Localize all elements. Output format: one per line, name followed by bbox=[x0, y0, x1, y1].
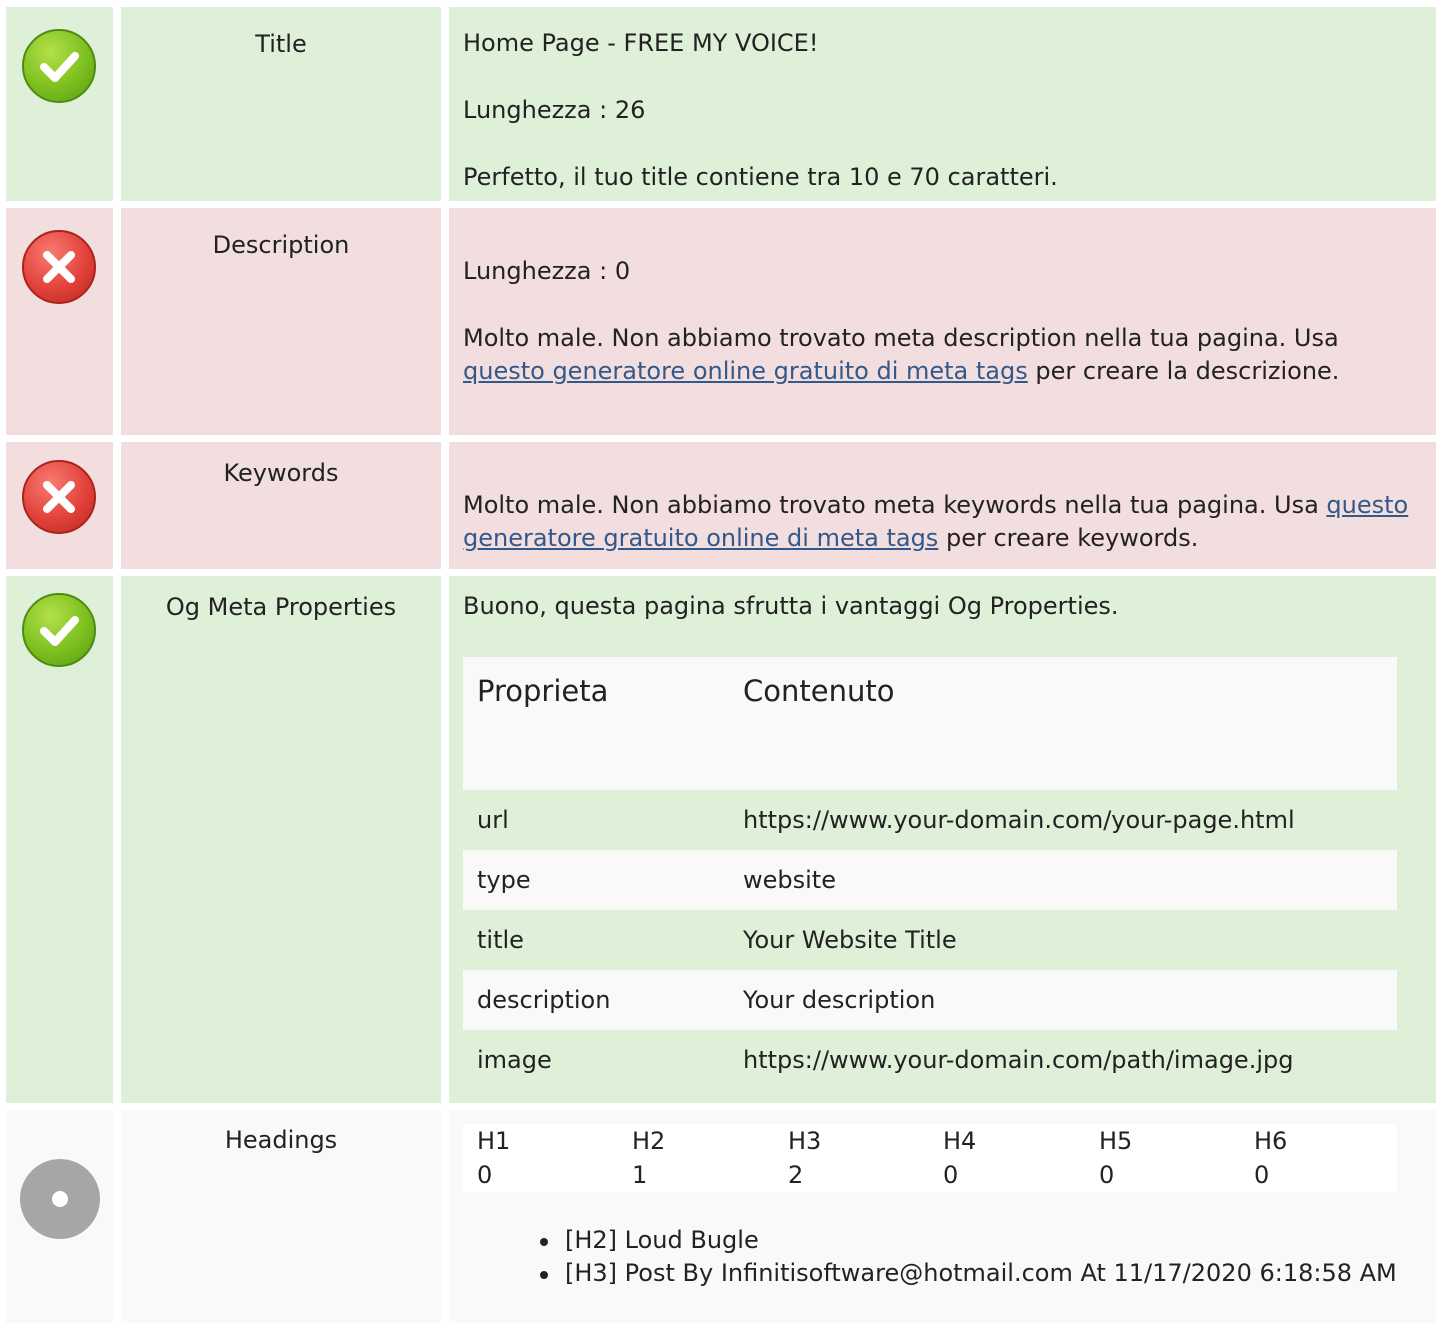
keywords-message: Molto male. Non abbiamo trovato meta key… bbox=[463, 489, 1422, 555]
table-cell: type bbox=[477, 866, 531, 894]
table-row: title Your Website Title bbox=[463, 910, 1397, 970]
heading-count-cell: H2 1 bbox=[632, 1124, 782, 1192]
row-label: Title bbox=[255, 30, 307, 58]
table-cell: website bbox=[743, 866, 836, 894]
row-label-cell: Description bbox=[121, 208, 441, 435]
heading-tag: H3 bbox=[788, 1127, 822, 1155]
table-row: type website bbox=[463, 850, 1397, 910]
row-label-cell: Keywords bbox=[121, 442, 441, 569]
status-cell bbox=[6, 1110, 113, 1323]
heading-count-cell: H6 0 bbox=[1254, 1124, 1404, 1192]
dot-circle-icon bbox=[20, 1159, 100, 1239]
table-header-row: Proprieta Contenuto bbox=[463, 657, 1397, 790]
message-text: Molto male. Non abbiamo trovato meta des… bbox=[463, 324, 1339, 352]
heading-tag: H2 bbox=[632, 1127, 666, 1155]
message-text: per creare keywords. bbox=[945, 524, 1199, 552]
status-cell bbox=[6, 7, 113, 201]
row-label-cell: Title bbox=[121, 7, 441, 201]
row-value-cell: Home Page - FREE MY VOICE! Lunghezza : 2… bbox=[449, 7, 1436, 201]
table-cell: description bbox=[477, 986, 611, 1014]
og-message: Buono, questa pagina sfrutta i vantaggi … bbox=[463, 592, 1119, 620]
table-header: Proprieta bbox=[477, 674, 609, 708]
row-label: Og Meta Properties bbox=[165, 593, 397, 621]
title-message: Perfetto, il tuo title contiene tra 10 e… bbox=[463, 163, 1058, 191]
check-circle-icon bbox=[22, 593, 96, 667]
headings-count-table: H1 0 H2 1 H3 2 H4 0 H5 0 H6 0 bbox=[463, 1124, 1397, 1192]
headings-list: [H2] Loud Bugle [H3] Post By Infinitisof… bbox=[538, 1224, 1398, 1290]
heading-count: 1 bbox=[632, 1161, 648, 1189]
heading-count: 2 bbox=[788, 1161, 804, 1189]
row-label: Keywords bbox=[223, 459, 339, 487]
cross-circle-icon bbox=[22, 460, 96, 534]
check-circle-icon bbox=[22, 29, 96, 103]
table-cell: Your Website Title bbox=[743, 926, 957, 954]
heading-count-cell: H3 2 bbox=[788, 1124, 938, 1192]
heading-tag: H4 bbox=[943, 1127, 977, 1155]
seo-row-description: Description Lunghezza : 0 Molto male. No… bbox=[0, 208, 1443, 435]
row-value-cell: Lunghezza : 0 Molto male. Non abbiamo tr… bbox=[449, 208, 1436, 435]
row-label-cell: Headings bbox=[121, 1110, 441, 1323]
list-item: [H2] Loud Bugle bbox=[538, 1224, 1398, 1257]
heading-count-cell: H5 0 bbox=[1099, 1124, 1249, 1192]
table-cell: image bbox=[477, 1046, 552, 1074]
message-text: Molto male. Non abbiamo trovato meta key… bbox=[463, 491, 1319, 519]
row-label-cell: Og Meta Properties bbox=[121, 576, 441, 1103]
cross-circle-icon bbox=[22, 230, 96, 304]
message-text: per creare la descrizione. bbox=[1035, 357, 1340, 385]
seo-row-title: Title Home Page - FREE MY VOICE! Lunghez… bbox=[0, 7, 1443, 201]
table-row: description Your description bbox=[463, 970, 1397, 1030]
table-row: image https://www.your-domain.com/path/i… bbox=[463, 1030, 1397, 1090]
heading-count: 0 bbox=[477, 1161, 493, 1189]
table-row: url https://www.your-domain.com/your-pag… bbox=[463, 790, 1397, 850]
table-header: Contenuto bbox=[743, 674, 895, 708]
row-label: Description bbox=[212, 231, 350, 259]
heading-tag: H5 bbox=[1099, 1127, 1133, 1155]
list-item: [H3] Post By Infinitisoftware@hotmail.co… bbox=[538, 1257, 1398, 1290]
title-value: Home Page - FREE MY VOICE! bbox=[463, 29, 819, 57]
title-length: Lunghezza : 26 bbox=[463, 96, 646, 124]
description-length: Lunghezza : 0 bbox=[463, 257, 631, 285]
status-cell bbox=[6, 442, 113, 569]
table-cell: url bbox=[477, 806, 509, 834]
heading-count-cell: H4 0 bbox=[943, 1124, 1093, 1192]
heading-count: 0 bbox=[1254, 1161, 1270, 1189]
description-message: Molto male. Non abbiamo trovato meta des… bbox=[463, 322, 1422, 388]
meta-generator-link[interactable]: questo generatore online gratuito di met… bbox=[463, 357, 1028, 385]
og-properties-table: Proprieta Contenuto url https://www.your… bbox=[463, 657, 1397, 1090]
table-cell: https://www.your-domain.com/path/image.j… bbox=[743, 1046, 1294, 1074]
status-cell bbox=[6, 208, 113, 435]
table-cell: title bbox=[477, 926, 524, 954]
heading-count-cell: H1 0 bbox=[477, 1124, 627, 1192]
table-cell: Your description bbox=[743, 986, 936, 1014]
row-value-cell: Molto male. Non abbiamo trovato meta key… bbox=[449, 442, 1436, 569]
heading-tag: H6 bbox=[1254, 1127, 1288, 1155]
table-cell: https://www.your-domain.com/your-page.ht… bbox=[743, 806, 1295, 834]
status-cell bbox=[6, 576, 113, 1103]
heading-count: 0 bbox=[943, 1161, 959, 1189]
heading-tag: H1 bbox=[477, 1127, 511, 1155]
heading-count: 0 bbox=[1099, 1161, 1115, 1189]
seo-row-keywords: Keywords Molto male. Non abbiamo trovato… bbox=[0, 442, 1443, 569]
row-label: Headings bbox=[224, 1126, 338, 1154]
